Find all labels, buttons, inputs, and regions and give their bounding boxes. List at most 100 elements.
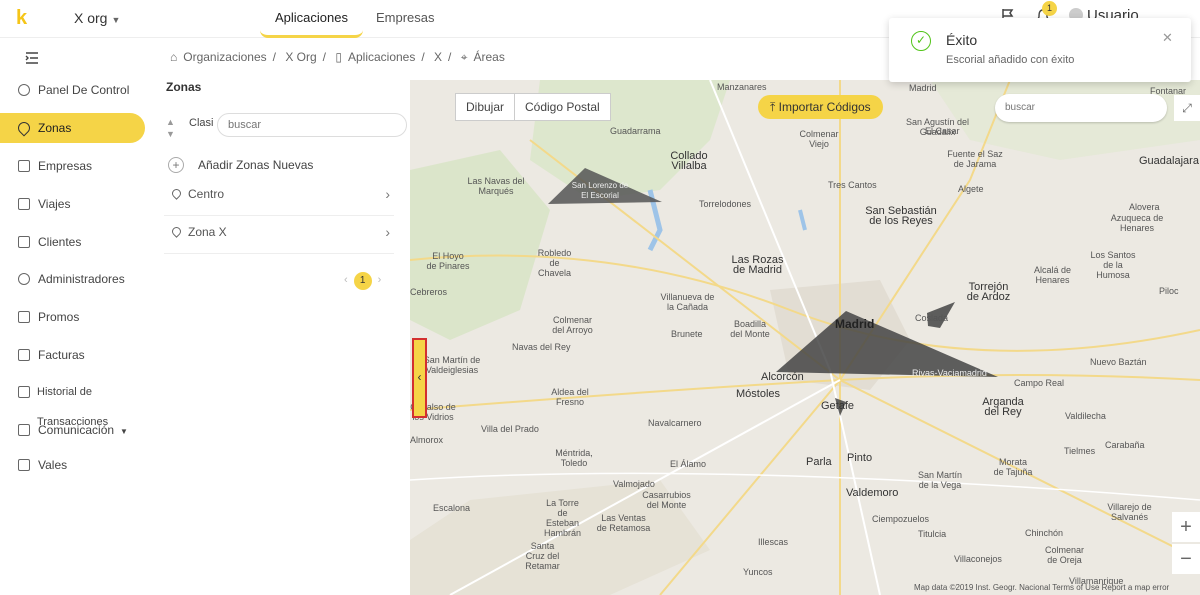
- zones-title: Zonas: [166, 80, 202, 94]
- sidebar-item-zonas[interactable]: Zonas: [0, 113, 145, 143]
- draw-button[interactable]: Dibujar: [455, 93, 516, 121]
- gift-icon: [18, 459, 30, 471]
- map-label: Méntrida, Toledo: [555, 448, 593, 468]
- map-search-input[interactable]: [995, 94, 1167, 122]
- map-label: Alcalá de Henares: [1033, 265, 1072, 285]
- org-selector[interactable]: X org ▼: [74, 10, 120, 26]
- sort-control[interactable]: ▲ ▼: [166, 116, 185, 140]
- pagination: ‹ 1 ›: [344, 272, 381, 290]
- tab-empresas[interactable]: Empresas: [361, 0, 450, 38]
- sidebar-item-facturas[interactable]: Facturas: [0, 340, 145, 370]
- map-label: El Hoyo de Pinares: [426, 251, 470, 271]
- map-label: Almorox: [410, 435, 444, 445]
- car-icon: [18, 198, 30, 210]
- building-icon: [18, 160, 30, 172]
- map-label: Illescas: [758, 537, 789, 547]
- sidebar-item-label: Comunicación: [38, 423, 115, 437]
- chevron-down-icon: ▼: [120, 427, 128, 436]
- zones-search-input[interactable]: [217, 113, 407, 137]
- import-codes-button[interactable]: ⤒ Importar Códigos: [758, 95, 883, 119]
- map-label: Fuente el Saz de Jarama: [947, 149, 1003, 169]
- chevron-down-icon: ▼: [111, 15, 121, 25]
- postal-code-button[interactable]: Código Postal: [514, 93, 611, 121]
- map-label: Escalona: [433, 503, 471, 513]
- map-label: Parla: [806, 456, 832, 468]
- page-number[interactable]: 1: [353, 272, 372, 290]
- sidebar-item-label: Empresas: [38, 159, 93, 173]
- map-label: Villarejo de Salvanés: [1107, 502, 1152, 522]
- sidebar-item-label: Vales: [38, 458, 68, 472]
- map-label: Torrejón de Ardoz: [966, 281, 1011, 303]
- map-label: Robledo de Chavela: [537, 248, 572, 278]
- map-label: Chinchón: [1025, 528, 1064, 538]
- breadcrumb: ⌂ Organizaciones / X Org / ▯ Aplicaciones / X…: [170, 50, 505, 64]
- sidebar-item-vales[interactable]: Vales: [0, 450, 145, 480]
- map-label: Guadalajara: [1139, 155, 1199, 167]
- chevron-right-icon: ›: [385, 224, 390, 240]
- map-label: Las Navas del Marqués: [467, 176, 525, 196]
- map-label: Colmenar de Oreja: [1044, 545, 1084, 565]
- map-label: El Álamo: [670, 459, 707, 469]
- zone-name: Zona X: [188, 225, 227, 239]
- map-label: Rivas-Vaciamadrid: [912, 368, 987, 378]
- sidebar: Panel De Control Zonas Empresas Viajes C…: [0, 38, 152, 595]
- zones-panel: Zonas ▲▼ Clasi + Añadir Zonas Nuevas Cent…: [152, 72, 410, 595]
- invoice-icon: [18, 349, 30, 361]
- map-label: Navas del Rey: [512, 342, 571, 352]
- map-label: Alcorcón: [761, 371, 804, 383]
- map-label: Valdilecha: [1065, 411, 1106, 421]
- dashboard-icon: [18, 84, 30, 96]
- zoom-in-button[interactable]: +: [1172, 512, 1200, 542]
- map-label: Cebreros: [410, 287, 448, 297]
- zone-item-centro[interactable]: Centro ›: [164, 180, 394, 216]
- fullscreen-icon[interactable]: ⤢: [1174, 95, 1200, 121]
- sidebar-item-label: Administradores: [38, 272, 125, 286]
- menu-toggle-icon[interactable]: [25, 52, 39, 64]
- map-label: San Martín de Valdeiglesias: [423, 355, 481, 375]
- map-label: Santa Cruz del Retamar: [525, 541, 560, 571]
- success-toast: ✓ Éxito Escorial añadido con éxito ✕: [889, 18, 1191, 82]
- map-label: Colmenar Viejo: [799, 129, 839, 149]
- breadcrumb-item[interactable]: X: [434, 50, 442, 64]
- sidebar-item-promos[interactable]: Promos: [0, 302, 145, 332]
- tab-aplicaciones[interactable]: Aplicaciones: [260, 0, 363, 38]
- map-label: Tres Cantos: [828, 180, 877, 190]
- breadcrumb-item[interactable]: X Org: [285, 50, 316, 64]
- sidebar-item-administradores[interactable]: Administradores: [0, 264, 145, 294]
- map-label: Boadilla del Monte: [730, 319, 770, 339]
- breadcrumb-item[interactable]: Organizaciones: [183, 50, 266, 64]
- sidebar-item-historial-de-transacciones[interactable]: Historial de Transacciones: [0, 377, 145, 428]
- map-canvas[interactable]: [410, 80, 1200, 595]
- sidebar-item-clientes[interactable]: Clientes: [0, 227, 145, 257]
- sidebar-item-viajes[interactable]: Viajes: [0, 189, 145, 219]
- map-label: Azuqueca de Henares: [1110, 213, 1164, 233]
- next-page-icon[interactable]: ›: [378, 274, 382, 286]
- toast-title: Éxito: [946, 32, 978, 48]
- prev-page-icon[interactable]: ‹: [344, 274, 348, 286]
- map-label: San Lorenzo de El Escorial: [571, 181, 629, 200]
- close-icon[interactable]: ✕: [1162, 30, 1173, 46]
- map-label: Campo Real: [1014, 378, 1065, 388]
- collapse-panel-handle[interactable]: ‹: [412, 338, 427, 418]
- map-label: San Martín de la Vega: [917, 470, 963, 490]
- zoom-out-button[interactable]: −: [1172, 544, 1200, 574]
- sidebar-item-label: Viajes: [38, 197, 71, 211]
- map-label: Pinto: [847, 452, 873, 464]
- zone-item-zona-x[interactable]: Zona X ›: [164, 218, 394, 254]
- map[interactable]: Manzanares Madrid Fontanar Guadarrama Co…: [410, 80, 1200, 595]
- phone-icon: ▯: [335, 50, 342, 64]
- map-label: Ciempozuelos: [872, 514, 930, 524]
- map-label: Manzanares: [717, 82, 767, 92]
- sidebar-item-comunicacion[interactable]: Comunicación ▼: [0, 415, 145, 445]
- sidebar-item-label: Clientes: [38, 235, 82, 249]
- sidebar-item-panel-de-control[interactable]: Panel De Control: [0, 75, 145, 105]
- breadcrumb-item[interactable]: Aplicaciones: [348, 50, 415, 64]
- map-label: Villa del Prado: [481, 424, 539, 434]
- map-label: Navalcarnero: [648, 418, 702, 428]
- sidebar-item-empresas[interactable]: Empresas: [0, 151, 145, 181]
- map-label: Alovera: [1129, 202, 1160, 212]
- app-logo[interactable]: k: [16, 8, 28, 28]
- add-zone-button[interactable]: + Añadir Zonas Nuevas: [168, 157, 313, 173]
- zone-name: Centro: [188, 187, 225, 201]
- plus-icon: +: [168, 157, 184, 173]
